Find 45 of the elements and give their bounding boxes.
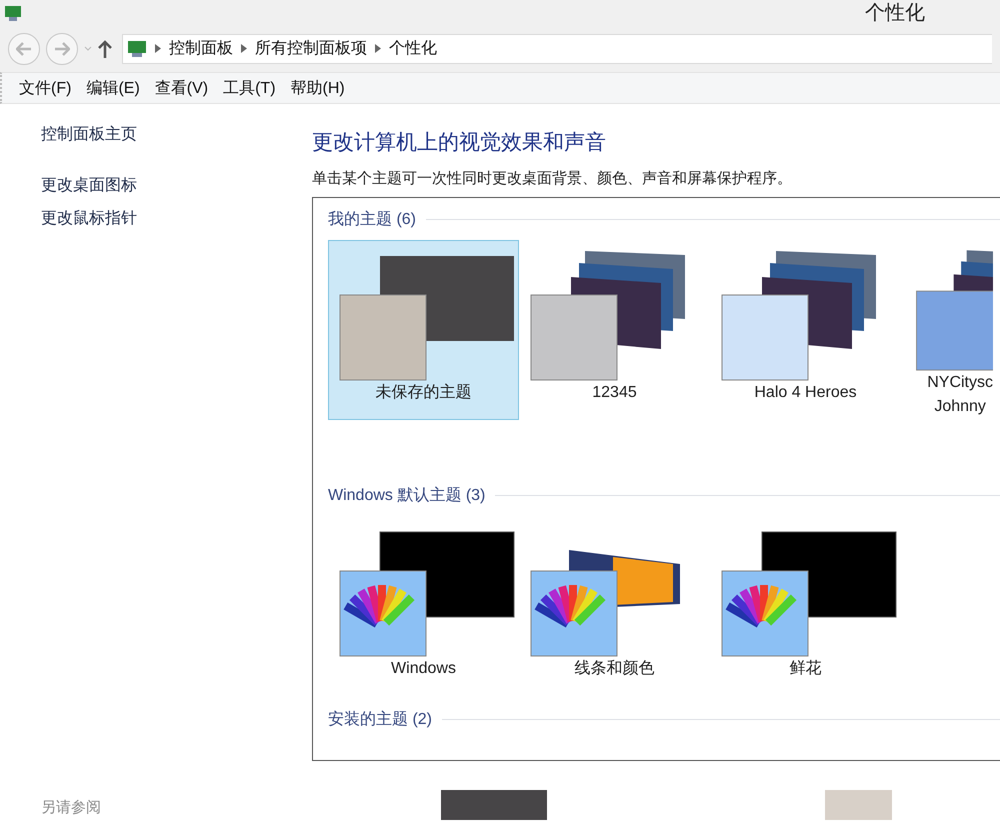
menu-item[interactable]: 工具(T) <box>223 78 276 98</box>
theme-tile[interactable]: Windows <box>328 516 519 696</box>
forward-arrow-icon <box>54 42 70 56</box>
theme-tile[interactable]: 未保存的主题 <box>328 240 519 420</box>
menu-item[interactable]: 编辑(E) <box>86 78 140 98</box>
breadcrumb-item[interactable]: 个性化 <box>389 38 437 59</box>
back-arrow-icon <box>16 42 32 56</box>
control-panel-icon <box>127 40 147 58</box>
back-button[interactable] <box>8 32 40 64</box>
chevron-right-icon <box>375 44 381 53</box>
theme-tile[interactable]: Halo 4 Heroes <box>710 240 901 420</box>
recent-dropdown-button[interactable] <box>84 46 92 52</box>
menu-item[interactable]: 帮助(H) <box>290 78 345 98</box>
group-heading: 我的主题 (6) <box>328 210 416 230</box>
group-heading: 安装的主题 (2) <box>328 710 432 730</box>
forward-button[interactable] <box>46 32 78 64</box>
theme-tile[interactable]: 线条和颜色 <box>519 516 710 696</box>
theme-preview-drawing <box>825 790 892 820</box>
theme-name: NYCitysc Johnny <box>927 373 993 417</box>
theme-tile[interactable]: NYCitysc Johnny <box>901 240 998 420</box>
breadcrumb-item[interactable]: 所有控制面板项 <box>255 38 367 59</box>
theme-name: Windows <box>391 659 456 679</box>
sidebar-link[interactable]: 更改桌面图标 <box>41 175 312 196</box>
theme-name: 12345 <box>592 383 637 403</box>
page-heading: 更改计算机上的视觉效果和声音 <box>312 130 607 156</box>
theme-tile[interactable]: 鲜花 <box>710 516 901 696</box>
sidebar-link[interactable]: 更改鼠标指针 <box>41 208 312 229</box>
theme-name: 鲜花 <box>790 658 822 679</box>
group-heading: Windows 默认主题 (3) <box>328 486 486 506</box>
address-field[interactable]: 控制面板 所有控制面板项 个性化 <box>122 34 992 64</box>
up-button[interactable] <box>98 40 112 58</box>
chevron-right-icon <box>155 44 161 53</box>
theme-name: Halo 4 Heroes <box>754 383 857 403</box>
menu-item[interactable]: 查看(V) <box>154 78 208 98</box>
theme-tile[interactable]: 12345 <box>519 240 710 420</box>
sidebar-link[interactable]: 控制面板主页 <box>41 124 312 145</box>
menu-item[interactable]: 文件(F) <box>19 78 72 98</box>
page-description: 单击某个主题可一次性同时更改桌面背景、颜色、声音和屏幕保护程序。 <box>312 169 793 188</box>
see-also-heading: 另请参阅 <box>41 798 102 817</box>
chevron-right-icon <box>241 44 247 53</box>
theme-name: 未保存的主题 <box>376 382 472 403</box>
window-title: 个性化 <box>865 1 925 26</box>
breadcrumb-item[interactable]: 控制面板 <box>169 38 233 59</box>
theme-name: 线条和颜色 <box>574 658 654 679</box>
control-panel-icon <box>4 4 22 22</box>
